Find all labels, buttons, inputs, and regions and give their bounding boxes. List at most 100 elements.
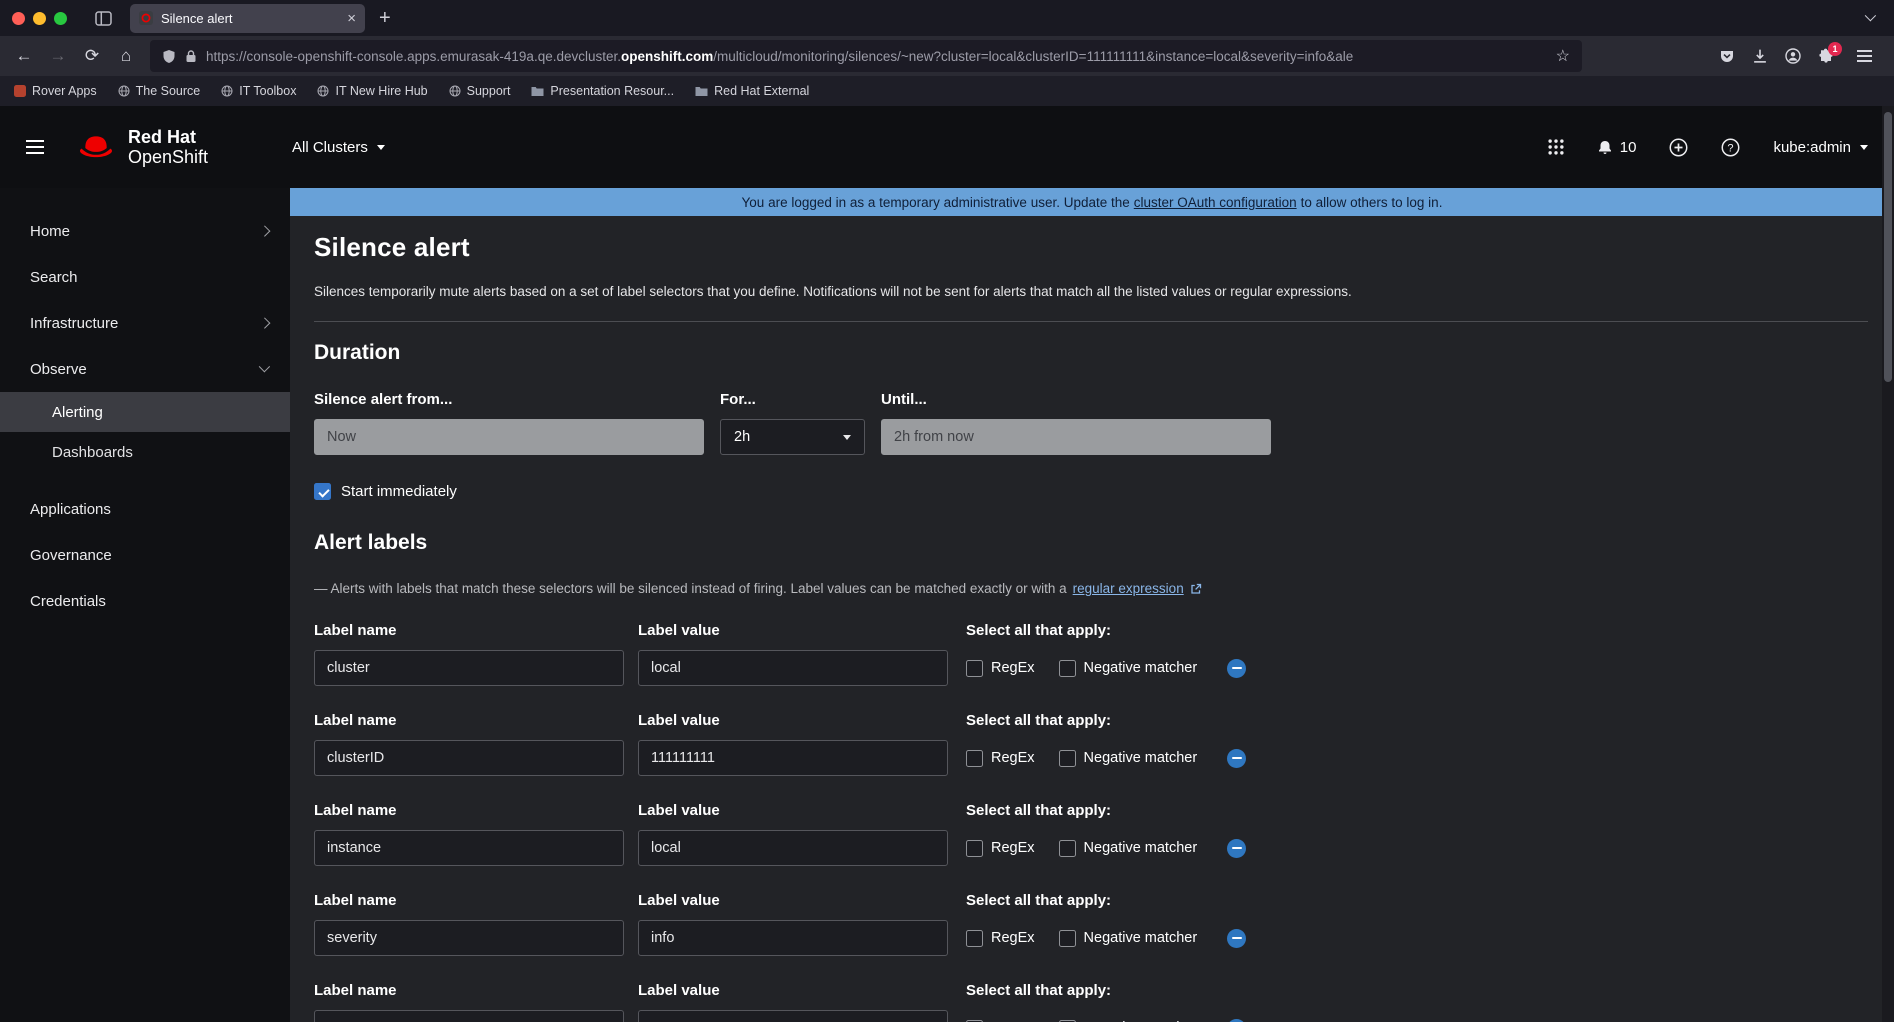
help-icon[interactable]: ? [1721,138,1740,157]
external-link-icon[interactable] [1190,583,1202,595]
firefox-view-icon[interactable] [95,11,112,26]
label-value-input[interactable] [638,830,948,866]
for-label: For... [720,391,865,409]
regex-option[interactable]: RegEx [966,930,1035,947]
url-bar[interactable]: https://console-openshift-console.apps.e… [150,40,1582,72]
extensions-icon[interactable]: 1 [1818,48,1834,64]
downloads-icon[interactable] [1752,48,1768,64]
regex-option[interactable]: RegEx [966,750,1035,767]
globe-icon [449,85,461,97]
remove-label-button[interactable] [1227,929,1246,948]
select-all-heading: Select all that apply: [966,712,1868,730]
regex-checkbox[interactable] [966,840,983,857]
remove-label-button[interactable] [1227,659,1246,678]
regular-expression-link[interactable]: regular expression [1073,581,1184,596]
scrollbar-thumb[interactable] [1884,112,1892,382]
folder-icon [531,86,544,97]
bookmark-folder-red-hat-external[interactable]: Red Hat External [695,84,809,98]
sidebar-item-dashboards[interactable]: Dashboards [0,432,290,472]
bookmark-folder-presentation-resources[interactable]: Presentation Resour... [531,84,674,98]
negative-matcher-option[interactable]: Negative matcher [1059,660,1198,677]
label-name-input[interactable] [314,650,624,686]
minimize-window-button[interactable] [33,12,46,25]
sidebar-item-credentials[interactable]: Credentials [0,578,290,624]
bookmark-it-new-hire-hub[interactable]: IT New Hire Hub [317,84,427,98]
new-tab-button[interactable]: + [379,7,391,30]
notifications-button[interactable]: 10 [1597,139,1637,156]
pocket-icon[interactable] [1719,48,1735,64]
lock-icon[interactable] [185,49,197,63]
label-value-input[interactable] [638,740,948,776]
tab-close-icon[interactable]: × [347,10,356,27]
until-label: Until... [881,391,1271,409]
main-content: You are logged in as a temporary adminis… [290,188,1894,1022]
nav-toggle-icon[interactable] [26,140,44,154]
bookmark-rover-apps[interactable]: Rover Apps [14,84,97,98]
duration-fields: Silence alert from... For... 2h Until... [314,391,1868,455]
tracking-shield-icon[interactable] [162,49,176,64]
start-immediately-option[interactable]: Start immediately [314,483,1868,500]
select-all-heading: Select all that apply: [966,622,1868,640]
maximize-window-button[interactable] [54,12,67,25]
cluster-selector[interactable]: All Clusters [292,139,385,156]
negative-matcher-checkbox[interactable] [1059,840,1076,857]
label-value-input[interactable] [638,650,948,686]
sidebar-item-applications[interactable]: Applications [0,486,290,532]
bookmarks-bar: Rover Apps The Source IT Toolbox IT New … [0,76,1894,106]
close-window-button[interactable] [12,12,25,25]
negative-matcher-checkbox[interactable] [1059,750,1076,767]
negative-matcher-checkbox[interactable] [1059,930,1076,947]
bookmark-it-toolbox[interactable]: IT Toolbox [221,84,296,98]
regex-checkbox[interactable] [966,930,983,947]
bookmark-star-icon[interactable]: ☆ [1556,46,1570,66]
back-button[interactable]: ← [8,40,40,72]
list-all-tabs-icon[interactable] [1867,16,1875,20]
cluster-oauth-link[interactable]: cluster OAuth configuration [1134,195,1297,210]
label-name-input[interactable] [314,830,624,866]
regex-option[interactable]: RegEx [966,840,1035,857]
sidebar-item-observe[interactable]: Observe [0,346,290,392]
regex-checkbox[interactable] [966,660,983,677]
remove-label-button[interactable] [1227,749,1246,768]
account-icon[interactable] [1785,48,1801,64]
duration-select[interactable]: 2h [720,419,865,455]
label-name-input[interactable] [314,920,624,956]
minus-circle-icon [1227,659,1246,678]
negative-matcher-checkbox[interactable] [1059,660,1076,677]
negative-matcher-option[interactable]: Negative matcher [1059,840,1198,857]
label-name-input[interactable] [314,740,624,776]
page-scrollbar[interactable] [1882,106,1894,1022]
label-value-input[interactable] [638,920,948,956]
globe-icon [118,85,130,97]
negative-matcher-option[interactable]: Negative matcher [1059,750,1198,767]
import-plus-icon[interactable] [1669,138,1688,157]
regex-checkbox[interactable] [966,750,983,767]
user-menu[interactable]: kube:admin [1773,139,1868,156]
bookmark-support[interactable]: Support [449,84,511,98]
remove-label-button[interactable] [1227,1019,1246,1022]
notification-count: 10 [1620,139,1637,156]
regex-option[interactable]: RegEx [966,660,1035,677]
forward-button[interactable]: → [42,40,74,72]
remove-label-button[interactable] [1227,839,1246,858]
browser-window: Silence alert × + ← → ⟳ ⌂ https://consol… [0,0,1894,1022]
masthead: Red Hat OpenShift All Clusters 10 [0,106,1894,188]
url-text[interactable]: https://console-openshift-console.apps.e… [206,49,1547,64]
sidebar-item-governance[interactable]: Governance [0,532,290,578]
start-immediately-checkbox[interactable] [314,483,331,500]
browser-tab[interactable]: Silence alert × [130,4,365,33]
sidebar-item-home[interactable]: Home [0,208,290,254]
app-menu-icon[interactable] [1857,50,1872,62]
sidebar-item-infrastructure[interactable]: Infrastructure [0,300,290,346]
sidebar-item-alerting[interactable]: Alerting [0,392,290,432]
negative-matcher-option[interactable]: Negative matcher [1059,930,1198,947]
label-value-heading: Label value [638,982,948,1000]
bookmark-the-source[interactable]: The Source [118,84,201,98]
silence-from-input [314,419,704,455]
sidebar-item-search[interactable]: Search [0,254,290,300]
home-button[interactable]: ⌂ [110,40,142,72]
reload-button[interactable]: ⟳ [76,40,108,72]
label-value-input[interactable] [638,1010,948,1022]
label-name-input[interactable] [314,1010,624,1022]
app-launcher-icon[interactable] [1548,139,1564,155]
